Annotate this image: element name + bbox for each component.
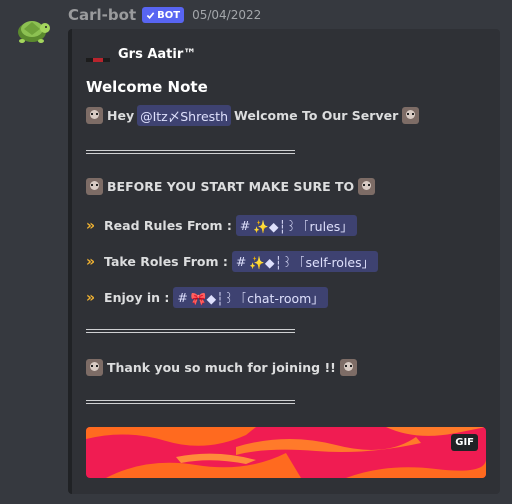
channel-chat-room-name: 🎀◆┆꒱ 「chat-room」 <box>190 291 324 306</box>
arrow-icon: » <box>86 253 96 270</box>
author-icon <box>86 52 110 62</box>
custom-emoji-icon <box>402 107 420 124</box>
checkmark-icon <box>146 11 155 19</box>
enjoy-line: » Enjoy in : # 🎀◆┆꒱ 「chat-room」 <box>86 287 328 308</box>
hashtag-icon: # <box>239 218 251 233</box>
chat-message: Carl-bot BOT 05/04/2022 Grs Aatir™ Welco… <box>0 0 512 504</box>
channel-rules-name: ✨◆┆꒱ 「rules」 <box>253 219 353 234</box>
channel-rules[interactable]: # ✨◆┆꒱ 「rules」 <box>235 215 357 236</box>
embed-author: Grs Aatir™ <box>86 47 196 62</box>
enjoy-label: Enjoy in : <box>104 290 170 305</box>
gif-image[interactable]: GIF <box>86 427 486 478</box>
turtle-avatar[interactable] <box>12 8 52 48</box>
custom-emoji-icon <box>358 178 376 195</box>
custom-emoji-icon <box>339 359 357 376</box>
custom-emoji-icon <box>86 359 103 376</box>
thanks-line: Thank you so much for joining !! <box>86 359 357 376</box>
hey-text: Hey <box>107 108 135 123</box>
thanks-text: Thank you so much for joining !! <box>107 360 336 375</box>
before-text: BEFORE YOU START MAKE SURE TO <box>107 179 355 194</box>
message-header: Carl-bot BOT 05/04/2022 <box>68 6 261 24</box>
custom-emoji-icon <box>86 178 103 195</box>
rules-line: » Read Rules From : # ✨◆┆꒱ 「rules」 <box>86 215 357 236</box>
timestamp[interactable]: 05/04/2022 <box>192 8 261 22</box>
user-mention[interactable]: @Itz〆Shresth <box>137 105 231 126</box>
hashtag-icon: # <box>177 290 188 305</box>
divider <box>86 400 295 404</box>
arrow-icon: » <box>86 217 96 234</box>
author-name[interactable]: Carl-bot <box>68 6 136 24</box>
channel-self-roles-name: ✨◆┆꒱ 「self-roles」 <box>249 255 375 270</box>
welcome-text: Welcome To Our Server <box>234 108 399 123</box>
divider <box>86 329 295 333</box>
gif-badge: GIF <box>451 434 478 451</box>
bot-tag: BOT <box>142 7 185 23</box>
custom-emoji-icon <box>86 107 103 124</box>
channel-self-roles[interactable]: # ✨◆┆꒱ 「self-roles」 <box>231 251 379 272</box>
divider <box>86 150 295 154</box>
embed-author-name[interactable]: Grs Aatir™ <box>118 47 196 62</box>
embed-title: Welcome Note <box>86 78 208 96</box>
welcome-line: Hey @Itz〆Shresth Welcome To Our Server <box>86 105 420 126</box>
hashtag-icon: # <box>235 254 247 269</box>
bot-tag-label: BOT <box>157 9 181 21</box>
before-line: BEFORE YOU START MAKE SURE TO <box>86 178 376 195</box>
embed: Grs Aatir™ Welcome Note Hey @Itz〆Shresth… <box>68 29 500 494</box>
rules-label: Read Rules From : <box>104 218 232 233</box>
roles-label: Take Roles From : <box>104 254 228 269</box>
roles-line: » Take Roles From : # ✨◆┆꒱ 「self-roles」 <box>86 251 379 272</box>
arrow-icon: » <box>86 289 96 306</box>
channel-chat-room[interactable]: # 🎀◆┆꒱ 「chat-room」 <box>173 287 328 308</box>
